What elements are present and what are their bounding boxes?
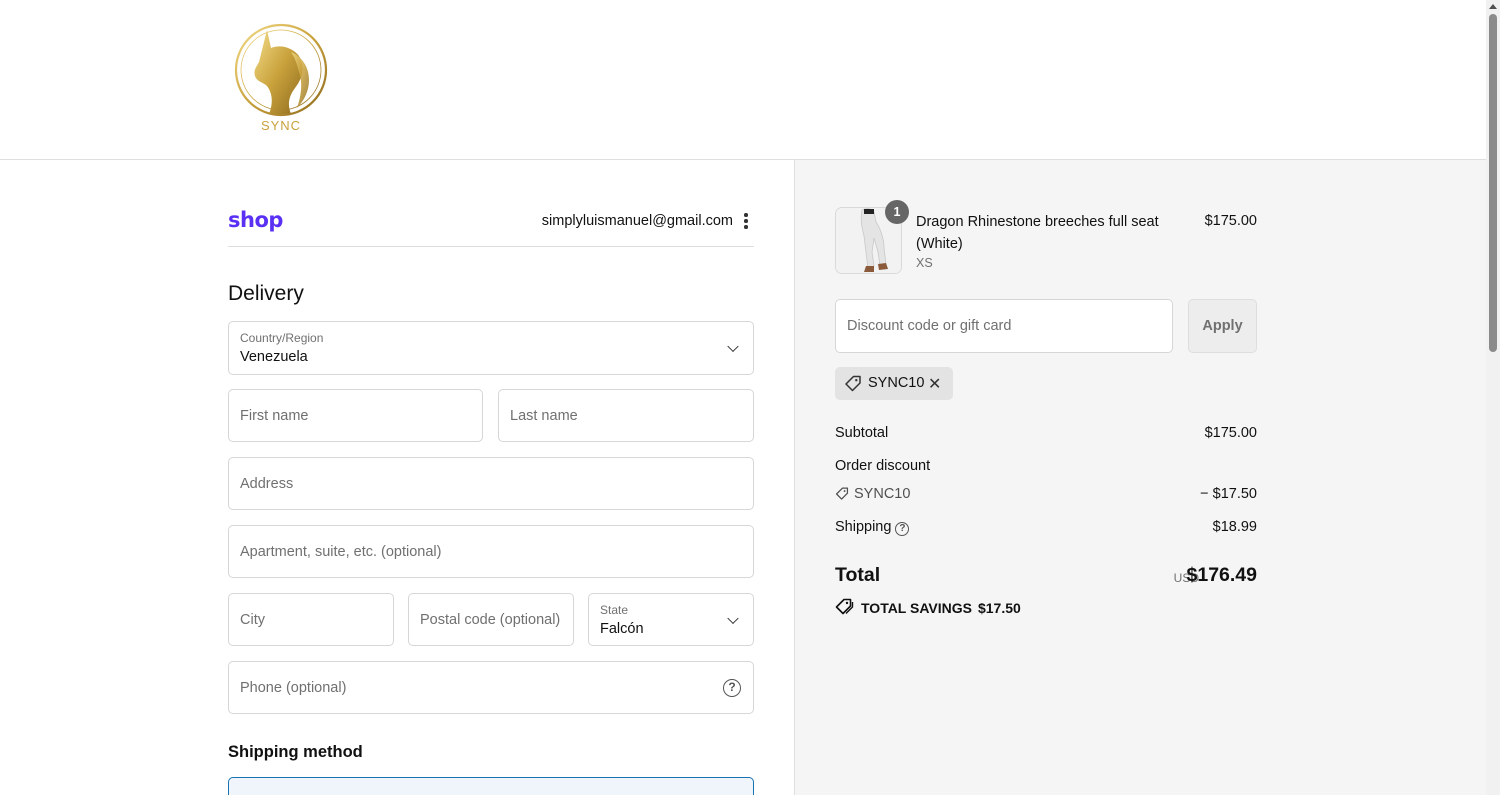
close-icon[interactable]: ✕ xyxy=(928,374,941,393)
address-field[interactable]: Address xyxy=(228,457,754,510)
shop-pay-logo[interactable]: shop xyxy=(228,208,283,232)
phone-field[interactable]: Phone (optional) ? xyxy=(228,661,754,714)
apartment-field[interactable]: Apartment, suite, etc. (optional) xyxy=(228,525,754,578)
page-scrollbar[interactable] xyxy=(1486,0,1500,795)
shipping-method-heading: Shipping method xyxy=(228,743,363,761)
address-placeholder: Address xyxy=(240,475,294,492)
shipping-label: Shipping? xyxy=(835,519,910,536)
postal-code-field[interactable]: Postal code (optional) xyxy=(408,593,574,646)
tag-icon xyxy=(845,375,861,392)
discount-code-input[interactable]: Discount code or gift card xyxy=(835,299,1173,353)
total-savings-value: $17.50 xyxy=(977,600,1021,616)
state-value: Falcón xyxy=(600,621,644,637)
account-email: simplyluismanuel@gmail.com xyxy=(541,213,733,229)
total-savings: TOTAL SAVINGS $17.50 xyxy=(861,600,1021,616)
store-header: SYNC xyxy=(0,0,1486,160)
country-select[interactable]: Country/Region Venezuela xyxy=(228,321,754,375)
total-label: Total xyxy=(835,564,881,586)
scrollbar-thumb[interactable] xyxy=(1489,14,1497,352)
quantity-badge: 1 xyxy=(885,200,909,224)
subtotal-label: Subtotal xyxy=(835,425,889,441)
country-value: Venezuela xyxy=(240,349,308,365)
logo-text: SYNC xyxy=(261,118,301,133)
discount-value: − $17.50 xyxy=(1200,486,1257,502)
shipping-label-text: Shipping xyxy=(835,519,892,535)
help-circle-icon[interactable]: ? xyxy=(895,522,910,536)
city-placeholder: City xyxy=(240,611,265,628)
delivery-heading: Delivery xyxy=(228,282,304,305)
savings-tag-icon xyxy=(835,598,854,615)
postal-code-placeholder: Postal code (optional) xyxy=(420,611,561,628)
product-name: Dragon Rhinestone breeches full seat (Wh… xyxy=(916,214,1159,252)
help-circle-icon[interactable]: ? xyxy=(723,678,741,697)
product-variant: XS xyxy=(916,256,933,270)
chevron-down-icon xyxy=(727,612,739,624)
apartment-placeholder: Apartment, suite, etc. (optional) xyxy=(240,543,442,560)
store-logo[interactable]: SYNC xyxy=(229,22,333,134)
total-savings-label: TOTAL SAVINGS xyxy=(861,600,972,616)
order-summary: 1 Dragon Rhinestone breeches full seat (… xyxy=(794,160,1486,795)
state-select[interactable]: State Falcón xyxy=(588,593,754,646)
checkout-form-column: shop simplyluismanuel@gmail.com Delivery… xyxy=(0,160,794,795)
total-amount: $176.49 xyxy=(1186,564,1258,586)
country-label: Country/Region xyxy=(240,331,324,345)
applied-discount-chip: SYNC10 ✕ xyxy=(835,367,953,400)
product-price: $175.00 xyxy=(1204,213,1257,229)
apply-discount-button[interactable]: Apply xyxy=(1188,299,1257,353)
unicorn-crest-icon: SYNC xyxy=(231,23,331,133)
scroll-up-icon[interactable] xyxy=(1489,4,1497,9)
order-discount-label: Order discount xyxy=(835,458,931,474)
state-label: State xyxy=(600,603,629,617)
last-name-field[interactable]: Last name xyxy=(498,389,754,442)
divider xyxy=(228,246,754,247)
discount-code-label: SYNC10 xyxy=(854,486,911,502)
city-field[interactable]: City xyxy=(228,593,394,646)
kebab-menu-icon[interactable] xyxy=(739,212,753,230)
shipping-method-option[interactable] xyxy=(228,777,754,795)
subtotal-value: $175.00 xyxy=(1204,425,1257,441)
discount-placeholder: Discount code or gift card xyxy=(847,318,1012,334)
chevron-down-icon xyxy=(727,340,739,353)
tag-icon xyxy=(835,487,849,500)
phone-placeholder: Phone (optional) xyxy=(240,679,347,696)
first-name-field[interactable]: First name xyxy=(228,389,483,442)
applied-code: SYNC10 xyxy=(868,375,925,391)
shipping-value: $18.99 xyxy=(1212,519,1257,535)
last-name-placeholder: Last name xyxy=(510,407,578,424)
first-name-placeholder: First name xyxy=(240,407,309,424)
